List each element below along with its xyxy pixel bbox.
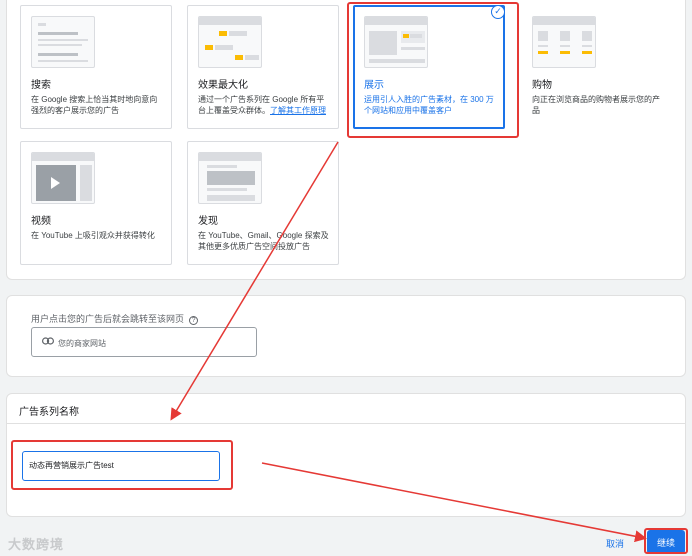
goal-card-shopping[interactable]: 购物 向正在浏览商品的购物者展示您的产品: [521, 5, 673, 129]
business-website-input[interactable]: 您的商家网站: [31, 327, 257, 357]
goal-card-performance-max[interactable]: 效果最大化 通过一个广告系列在 Google 所有平台上覆盖受众群体。了解其工作…: [187, 5, 339, 129]
landing-page-label-text: 用户点击您的广告后就会跳转至该网页: [31, 314, 185, 324]
goal-description: 在 YouTube 上吸引观众并获得转化: [31, 231, 155, 240]
goal-card-search[interactable]: 搜索 在 Google 搜索上恰当其时地向意向强烈的客户展示您的广告: [20, 5, 172, 129]
link-icon: [42, 337, 55, 348]
business-website-placeholder: 您的商家网站: [58, 339, 106, 348]
goal-title: 视频: [31, 216, 51, 227]
watermark-logo: 大数跨境: [8, 537, 65, 552]
search-thumbnail: [31, 16, 95, 68]
campaign-name-header: 广告系列名称: [7, 394, 685, 424]
goal-description: 在 YouTube、Gmail、Google 探索及其他更多优质广告空间投放广告: [198, 231, 329, 251]
goal-card-display[interactable]: 展示 运用引人入胜的广告素材，在 300 万个网站和应用中覆盖客户 ✓: [353, 5, 505, 129]
goal-title: 效果最大化: [198, 80, 248, 91]
cancel-button[interactable]: 取消: [606, 537, 624, 550]
goal-title: 搜索: [31, 80, 51, 91]
goal-description: 运用引人入胜的广告素材，在 300 万个网站和应用中覆盖客户: [364, 95, 494, 115]
play-icon: [51, 177, 60, 189]
footer-bar: 大数跨境 取消 继续: [0, 528, 692, 556]
video-thumbnail: [31, 152, 95, 204]
continue-button[interactable]: 继续: [647, 530, 685, 554]
campaign-name-title: 广告系列名称: [19, 407, 79, 418]
help-icon[interactable]: ?: [189, 316, 199, 325]
shopping-thumbnail: [532, 16, 596, 68]
goal-title: 展示: [364, 80, 384, 91]
goal-title: 购物: [532, 80, 552, 91]
campaign-name-panel: 广告系列名称 动态再营销展示广告test: [6, 393, 686, 517]
learn-how-it-works-link[interactable]: 了解其工作原理: [270, 106, 326, 115]
discovery-thumbnail: [198, 152, 262, 204]
landing-page-label: 用户点击您的广告后就会跳转至该网页?: [31, 312, 199, 325]
landing-page-panel: 用户点击您的广告后就会跳转至该网页? 您的商家网站: [6, 295, 686, 377]
goal-card-discovery[interactable]: 发现 在 YouTube、Gmail、Google 探索及其他更多优质广告空间投…: [187, 141, 339, 265]
campaign-name-input[interactable]: 动态再营销展示广告test: [22, 451, 220, 481]
display-thumbnail: [364, 16, 428, 68]
goal-description: 在 Google 搜索上恰当其时地向意向强烈的客户展示您的广告: [31, 95, 158, 115]
goal-description: 向正在浏览商品的购物者展示您的产品: [532, 95, 660, 115]
goal-description: 通过一个广告系列在 Google 所有平台上覆盖受众群体。了解其工作原理: [198, 94, 332, 116]
goal-card-video[interactable]: 视频 在 YouTube 上吸引观众并获得转化: [20, 141, 172, 265]
campaign-goal-panel: 搜索 在 Google 搜索上恰当其时地向意向强烈的客户展示您的广告 效果最大化…: [6, 0, 686, 280]
performance-max-thumbnail: [198, 16, 262, 68]
goal-title: 发现: [198, 216, 218, 227]
selected-check-icon: ✓: [491, 5, 505, 19]
